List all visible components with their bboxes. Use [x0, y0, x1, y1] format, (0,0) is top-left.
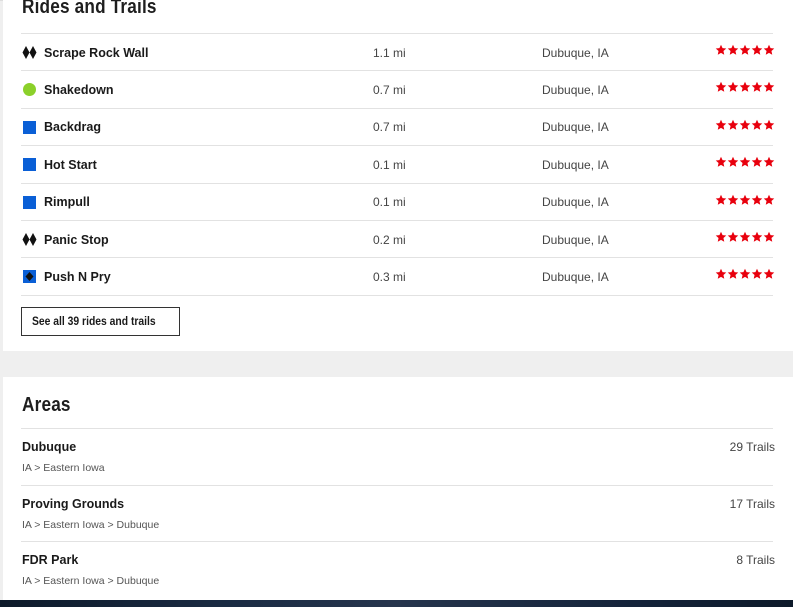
star-icon — [715, 119, 727, 130]
star-icon — [763, 156, 775, 167]
double-black-diamond-icon — [22, 46, 37, 59]
star-rating — [715, 194, 775, 206]
area-row[interactable]: FDR Park IA > Eastern Iowa > Dubuque 8 Tra… — [21, 541, 775, 598]
area-trail-count: 8 Trails — [736, 553, 775, 568]
star-icon — [763, 44, 775, 55]
star-icon — [763, 194, 775, 205]
trail-name[interactable]: Rimpull — [44, 195, 90, 209]
trail-location: Dubuque, IA — [542, 269, 609, 284]
trail-distance: 0.1 mi — [373, 195, 406, 210]
star-rating — [715, 44, 775, 56]
star-icon — [727, 269, 739, 280]
double-black-diamond-icon — [22, 233, 37, 246]
trail-location: Dubuque, IA — [542, 157, 609, 172]
star-icon — [727, 194, 739, 205]
star-icon — [763, 82, 775, 93]
trail-row[interactable]: Rimpull 0.1 mi Dubuque, IA — [21, 182, 775, 221]
footer-image-strip — [0, 600, 793, 607]
trail-row[interactable]: Panic Stop 0.2 mi Dubuque, IA — [21, 220, 775, 258]
star-rating — [715, 156, 775, 168]
star-icon — [727, 156, 739, 167]
star-icon — [727, 119, 739, 130]
see-all-label: See all 39 rides and trails — [32, 315, 156, 328]
star-icon — [763, 119, 775, 130]
star-icon — [739, 269, 751, 280]
trail-distance: 0.7 mi — [373, 120, 406, 135]
trail-row[interactable]: Push N Pry 0.3 mi Dubuque, IA — [21, 257, 775, 297]
star-icon — [727, 44, 739, 55]
star-rating — [715, 268, 775, 280]
blue-square-icon — [23, 158, 36, 172]
area-trail-count: 17 Trails — [729, 496, 775, 511]
star-icon — [715, 156, 727, 167]
star-icon — [751, 119, 763, 130]
star-icon — [727, 82, 739, 93]
blue-square-icon — [23, 195, 36, 209]
star-icon — [739, 44, 751, 55]
trail-row[interactable]: Shakedown 0.7 mi Dubuque, IA — [21, 70, 775, 108]
areas-section-title: Areas — [22, 394, 71, 416]
trail-distance: 0.7 mi — [373, 82, 406, 97]
star-rating — [715, 119, 775, 131]
trail-name[interactable]: Push N Pry — [44, 270, 111, 284]
star-icon — [751, 269, 763, 280]
trail-distance: 0.3 mi — [373, 269, 406, 284]
area-name[interactable]: Dubuque — [22, 440, 76, 454]
trail-distance: 0.2 mi — [373, 232, 406, 247]
star-icon — [715, 82, 727, 93]
trail-distance: 0.1 mi — [373, 157, 406, 172]
star-icon — [751, 44, 763, 55]
star-icon — [751, 156, 763, 167]
see-all-trails-button[interactable]: See all 39 rides and trails — [21, 307, 181, 336]
trail-location: Dubuque, IA — [542, 82, 609, 97]
trail-location: Dubuque, IA — [542, 195, 609, 210]
area-name[interactable]: Proving Grounds — [22, 497, 124, 511]
star-icon — [727, 231, 739, 242]
star-icon — [739, 231, 751, 242]
star-rating — [715, 231, 775, 243]
blue-square-icon — [23, 120, 36, 134]
trail-row[interactable]: Hot Start 0.1 mi Dubuque, IA — [21, 145, 775, 183]
area-row[interactable]: Proving Grounds IA > Eastern Iowa > Dubuq… — [21, 484, 775, 542]
star-icon — [715, 269, 727, 280]
area-breadcrumb: IA > Eastern Iowa — [22, 462, 105, 474]
trail-location: Dubuque, IA — [542, 232, 609, 247]
star-rating — [715, 81, 775, 93]
trail-name[interactable]: Backdrag — [44, 120, 101, 134]
trail-name[interactable]: Scrape Rock Wall — [44, 46, 148, 60]
trail-row[interactable]: Backdrag 0.7 mi Dubuque, IA — [21, 107, 775, 146]
area-breadcrumb: IA > Eastern Iowa > Dubuque — [22, 518, 160, 531]
trail-name[interactable]: Panic Stop — [44, 233, 109, 247]
star-icon — [715, 194, 727, 205]
rides-section-title: Rides and Trails — [22, 0, 157, 18]
star-icon — [739, 82, 751, 93]
trail-name[interactable]: Shakedown — [44, 83, 113, 97]
star-icon — [763, 231, 775, 242]
star-icon — [739, 194, 751, 205]
rides-and-trails-card: Rides and Trails Scrape Rock Wall 1.1 mi D… — [3, 0, 793, 351]
blue-black-icon — [23, 270, 36, 284]
star-icon — [739, 156, 751, 167]
trail-location: Dubuque, IA — [542, 120, 609, 135]
trail-name[interactable]: Hot Start — [44, 158, 97, 172]
area-breadcrumb: IA > Eastern Iowa > Dubuque — [22, 575, 160, 588]
star-icon — [751, 82, 763, 93]
area-name[interactable]: FDR Park — [22, 553, 78, 567]
trail-location: Dubuque, IA — [542, 45, 609, 60]
areas-card: Areas Dubuque IA > Eastern Iowa 29 Trails P… — [3, 377, 793, 607]
green-circle-icon — [23, 83, 36, 97]
star-icon — [739, 119, 751, 130]
star-icon — [751, 194, 763, 205]
star-icon — [715, 44, 727, 55]
area-row[interactable]: Dubuque IA > Eastern Iowa 29 Trails — [21, 428, 775, 485]
trail-row[interactable]: Scrape Rock Wall 1.1 mi Dubuque, IA — [21, 33, 775, 71]
star-icon — [715, 231, 727, 242]
trail-distance: 1.1 mi — [373, 45, 406, 60]
area-trail-count: 29 Trails — [729, 440, 775, 454]
star-icon — [751, 231, 763, 242]
star-icon — [763, 269, 775, 280]
